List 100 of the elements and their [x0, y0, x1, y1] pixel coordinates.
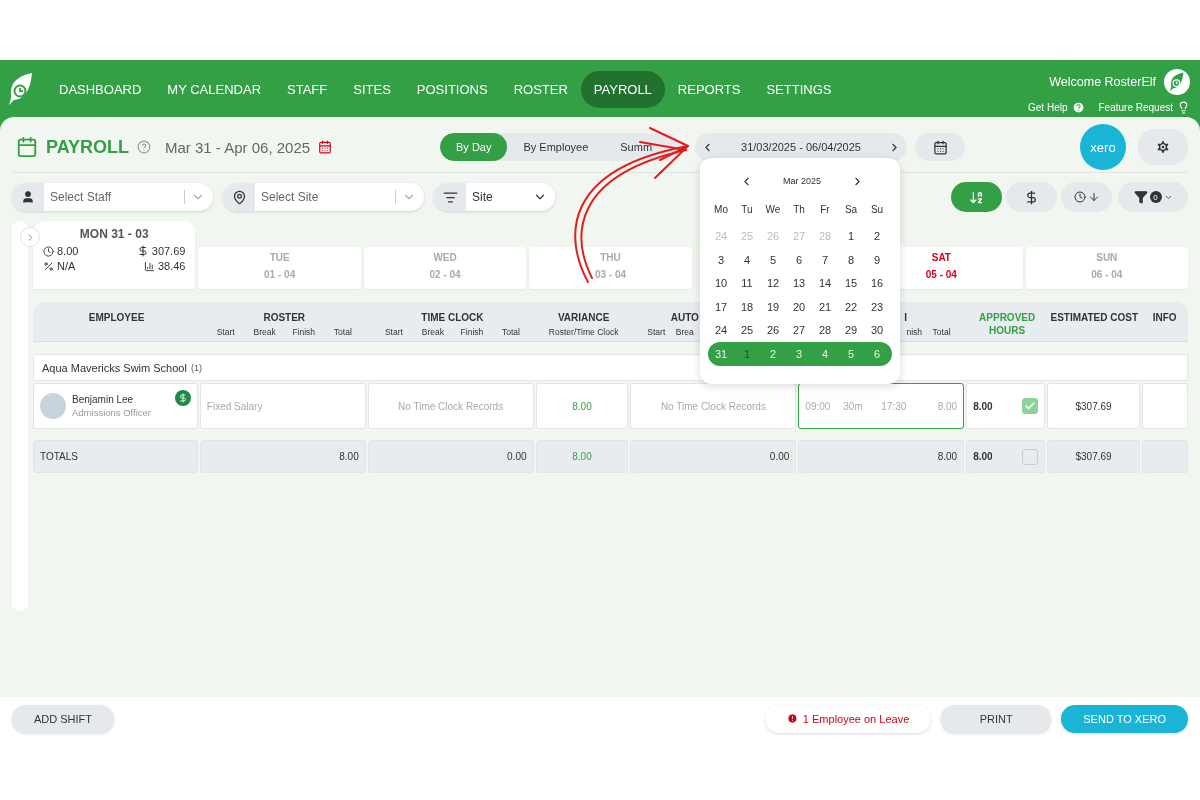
- calendar-day[interactable]: 25: [734, 324, 760, 337]
- column-subheader: Brea: [675, 327, 695, 337]
- cost-button[interactable]: [1006, 182, 1057, 212]
- select-input[interactable]: Site: [466, 190, 527, 204]
- day-stat: 8.00: [43, 245, 115, 257]
- filter-icon: [1133, 190, 1148, 204]
- calendar-day[interactable]: 9: [864, 253, 890, 266]
- column-header: ESTIMATED COST: [1050, 311, 1139, 324]
- calendar-day[interactable]: 29: [838, 324, 864, 337]
- map-pin-icon: [231, 189, 247, 205]
- lightbulb-icon: [1177, 100, 1190, 114]
- help-icon[interactable]: [137, 140, 151, 154]
- column-header: AUTO: [669, 311, 700, 324]
- calendar-day[interactable]: 27: [786, 324, 812, 337]
- date-range-text: Mar 31 - Apr 06, 2025: [165, 138, 311, 156]
- calendar-day[interactable]: 21: [812, 300, 838, 313]
- calendar-day[interactable]: 13: [786, 277, 812, 290]
- day-name: TUE: [269, 252, 290, 263]
- person-icon: [21, 190, 35, 204]
- group-by-select[interactable]: Site: [434, 183, 555, 211]
- info-cell: [1142, 383, 1188, 429]
- calendar-day[interactable]: 11: [734, 277, 760, 290]
- cell-text: 0.00: [769, 451, 790, 462]
- calendar-day[interactable]: 30: [864, 324, 890, 337]
- day-date: 01 - 04: [264, 269, 296, 280]
- column-header: INFO: [1152, 311, 1177, 324]
- calendar-day[interactable]: 6: [786, 253, 812, 266]
- approve-all-checkbox[interactable]: [1022, 448, 1039, 465]
- clock-icon: [43, 245, 54, 257]
- calendar-day[interactable]: 5: [760, 253, 786, 266]
- column-subheader: Start: [646, 327, 667, 337]
- shift-value: 09:00: [805, 400, 832, 412]
- calendar-day[interactable]: 26: [760, 324, 786, 337]
- leave-alert-button[interactable]: 1 Employee on Leave: [764, 704, 932, 733]
- calendar-day[interactable]: 16: [864, 277, 890, 290]
- employee-count: (1): [190, 362, 202, 373]
- bar-chart-icon: [143, 260, 155, 272]
- employee-role: Admissions Officer: [72, 407, 152, 418]
- add-shift-button[interactable]: ADD SHIFT: [12, 704, 115, 733]
- settings-button[interactable]: [1138, 129, 1188, 165]
- calendar-icon[interactable]: [318, 140, 333, 154]
- calendar-day[interactable]: 28: [812, 324, 838, 337]
- calendar-day[interactable]: 12: [760, 277, 786, 290]
- select-input[interactable]: Select Staff: [44, 190, 184, 204]
- calendar-day[interactable]: 18: [734, 300, 760, 313]
- approve-checkbox[interactable]: [1022, 398, 1039, 414]
- calendar-day[interactable]: 14: [812, 277, 838, 290]
- avatar-placeholder: [40, 393, 66, 419]
- cell-text: 8.00: [572, 451, 592, 462]
- calendar-day[interactable]: 7: [812, 253, 838, 266]
- calendar-day[interactable]: 23: [864, 300, 890, 313]
- print-button[interactable]: PRINT: [941, 704, 1052, 733]
- column-subheader: Roster/Time Clock: [547, 327, 620, 337]
- payroll-calendar-icon: [16, 136, 38, 158]
- calendar-button[interactable]: [915, 133, 965, 161]
- calendar-day[interactable]: 20: [786, 300, 812, 313]
- day-tab[interactable]: MON 31 - 03 8.00 307.69 N/A 38.46: [33, 221, 196, 289]
- calendar-day[interactable]: 10: [708, 277, 734, 290]
- calendar-day[interactable]: 17: [708, 300, 734, 313]
- day-stat: N/A: [43, 260, 115, 272]
- day-date: 06 - 04: [1091, 269, 1123, 280]
- select-field[interactable]: Select Staff: [12, 183, 213, 211]
- column-header: TIME CLOCK: [421, 311, 484, 324]
- cell-text: $307.69: [1075, 400, 1112, 412]
- welcome-text: Welcome RosterElf: [1049, 74, 1156, 89]
- calendar-day[interactable]: 2: [864, 230, 890, 243]
- calendar-day[interactable]: 19: [760, 300, 786, 313]
- page-title: PAYROLL: [46, 136, 129, 158]
- user-avatar[interactable]: [1164, 68, 1190, 95]
- period-text[interactable]: 31/03/2025 - 06/04/2025: [741, 141, 861, 153]
- calendar-day[interactable]: 4: [734, 253, 760, 266]
- sort-az-button[interactable]: [951, 182, 1002, 212]
- weekday-label: Th: [792, 204, 806, 216]
- column-header: APPROVED HOURS: [978, 311, 1037, 337]
- day-name: WED: [433, 252, 457, 263]
- day-stat: 38.46: [114, 260, 186, 272]
- select-field[interactable]: Select Site: [223, 183, 424, 211]
- calendar-day[interactable]: 1: [838, 230, 864, 243]
- cell-text: 8.00: [973, 400, 993, 412]
- time-sort-button[interactable]: [1061, 182, 1112, 212]
- cell-text: $307.69: [1075, 451, 1112, 462]
- alert-icon: [786, 713, 798, 724]
- cell-text: 8.00: [937, 451, 958, 462]
- calendar-day[interactable]: 22: [838, 300, 864, 313]
- filter-button[interactable]: 0: [1118, 182, 1188, 212]
- employee-name: Benjamin Lee: [72, 394, 135, 405]
- view-tab[interactable]: By Employee: [507, 133, 605, 161]
- column-subheader: Start: [383, 327, 404, 337]
- calendar-day[interactable]: 24: [708, 324, 734, 337]
- totals-label: TOTALS: [40, 451, 78, 462]
- column-subheader: Break: [420, 327, 445, 337]
- weekday-label: Sa: [843, 204, 859, 216]
- cell-text: No Time Clock Records: [660, 400, 766, 412]
- column-header: I: [903, 311, 909, 324]
- nav-item[interactable]: PAYROLL: [580, 70, 665, 108]
- calendar-day[interactable]: 3: [708, 253, 734, 266]
- view-tab[interactable]: Summ: [604, 133, 669, 161]
- calendar-icon: [932, 139, 948, 155]
- site-name: Aqua Mavericks Swim School: [42, 361, 187, 374]
- select-input[interactable]: Select Site: [255, 190, 395, 204]
